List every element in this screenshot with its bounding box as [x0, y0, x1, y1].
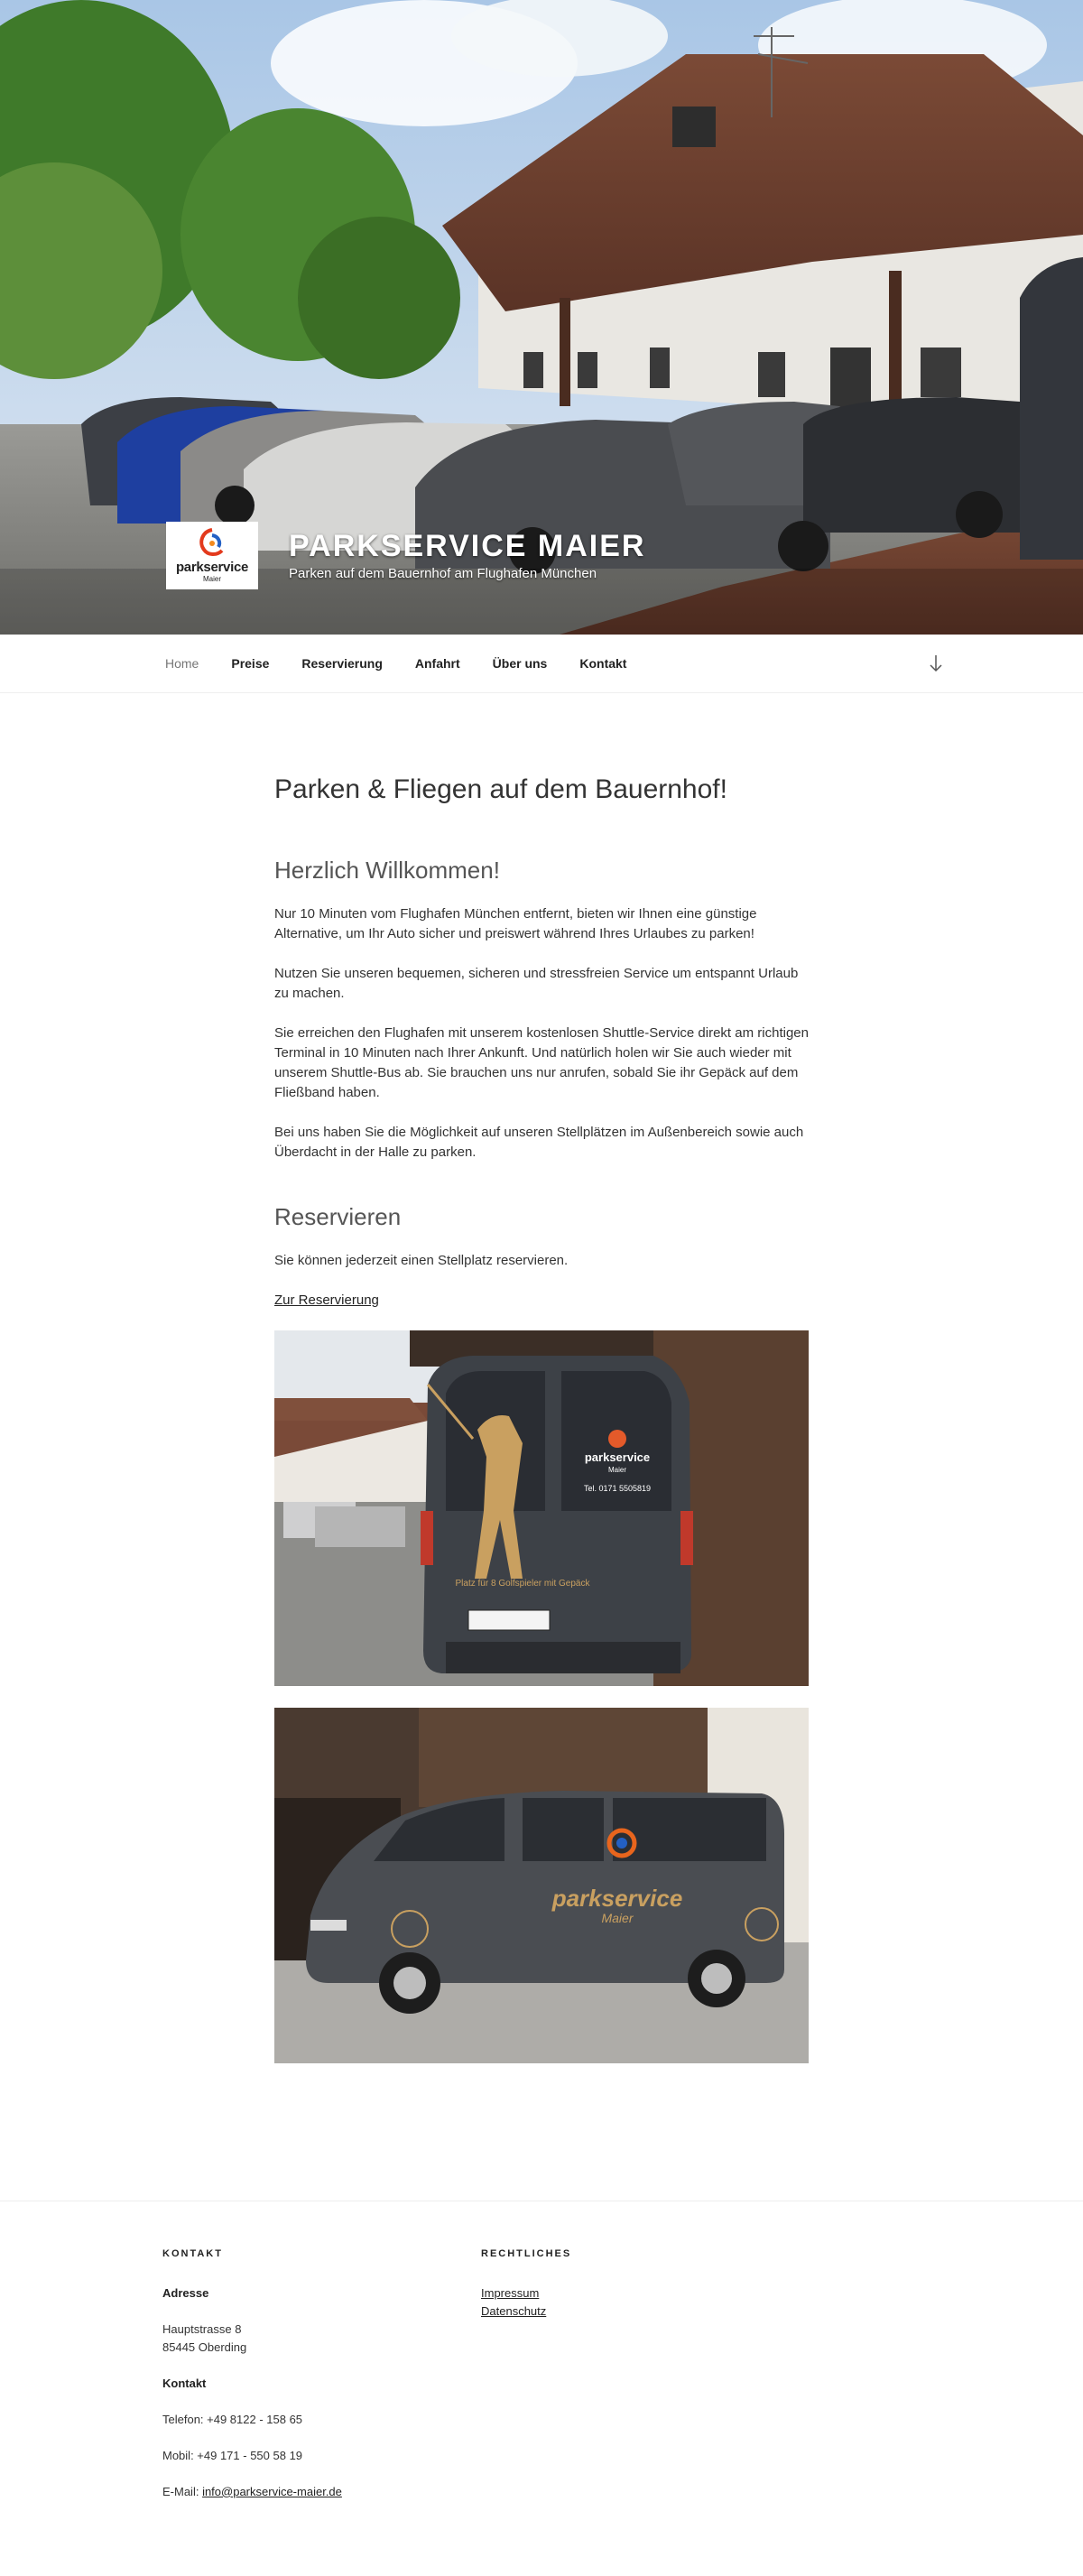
address-city: 85445 Oberding — [162, 2340, 247, 2354]
footer-rechtliches-widget: RECHTLICHES Impressum Datenschutz — [481, 2248, 571, 2321]
van-slogan-text: Platz für 8 Golfspieler mit Gepäck — [456, 1579, 591, 1589]
datenschutz-link[interactable]: Datenschutz — [481, 2304, 546, 2318]
logo-subtext: Maier — [202, 575, 221, 583]
van-logo-sub: Maier — [608, 1466, 626, 1474]
arrow-down-icon[interactable] — [930, 654, 942, 672]
site-footer: KONTAKT Adresse Hauptstrasse 8 85445 Obe… — [0, 2200, 1083, 2553]
nav-item-reservierung[interactable]: Reservierung — [301, 656, 382, 671]
welcome-heading: Herzlich Willkommen! — [274, 857, 500, 884]
email-prefix: E-Mail: — [162, 2484, 203, 2498]
reservation-link[interactable]: Zur Reservierung — [274, 1293, 379, 1308]
reserve-text: Sie können jederzeit einen Stellplatz re… — [274, 1252, 569, 1268]
service-paragraph: Nutzen Sie unseren bequemen, sicheren un… — [274, 965, 799, 1001]
nav-item-ueber-uns[interactable]: Über uns — [493, 656, 548, 671]
logo-text: parkservice — [175, 560, 249, 575]
main-navigation: Home Preise Reservierung Anfahrt Über un… — [0, 635, 1083, 693]
nav-item-preise[interactable]: Preise — [231, 656, 269, 671]
nav-item-kontakt[interactable]: Kontakt — [579, 656, 626, 671]
nav-item-home[interactable]: Home — [165, 656, 199, 671]
impressum-link[interactable]: Impressum — [481, 2286, 539, 2300]
site-title[interactable]: PARKSERVICE MAIER — [289, 529, 645, 563]
van-logo-text: parkservice — [585, 1450, 650, 1464]
nav-item-anfahrt[interactable]: Anfahrt — [415, 656, 460, 671]
page-title: Parken & Fliegen auf dem Bauernhof! — [274, 774, 727, 804]
parking-paragraph: Bei uns haben Sie die Möglichkeit auf un… — [274, 1124, 804, 1160]
van-brand-sub: Maier — [601, 1911, 634, 1925]
site-header: parkservice Maier PARKSERVICE MAIER Park… — [0, 0, 1083, 635]
kontakt-label: Kontakt — [162, 2376, 207, 2390]
main-content: Parken & Fliegen auf dem Bauernhof! Herz… — [274, 693, 809, 2201]
footer-rechtliches-title: RECHTLICHES — [481, 2247, 572, 2259]
footer-kontakt-title: KONTAKT — [162, 2247, 223, 2259]
van-phone-text: Tel. 0171 5505819 — [584, 1484, 651, 1493]
site-logo[interactable]: parkservice Maier — [166, 522, 258, 589]
email-link[interactable]: info@parkservice-maier.de — [202, 2485, 342, 2498]
shuttle-paragraph: Sie erreichen den Flughafen mit unserem … — [274, 1024, 809, 1100]
reserve-heading: Reservieren — [274, 1202, 402, 1230]
intro-paragraph: Nur 10 Minuten vom Flughafen München ent… — [274, 905, 757, 941]
site-branding: parkservice Maier PARKSERVICE MAIER Park… — [166, 522, 645, 589]
site-description: Parken auf dem Bauernhof am Flughafen Mü… — [289, 565, 597, 581]
shuttle-van-rear-photo: parkservice Maier Tel. 0171 5505819 Plat… — [274, 1330, 809, 1686]
shuttle-van-side-photo: parkservice Maier — [274, 1707, 809, 2063]
address-street: Hauptstrasse 8 — [162, 2321, 242, 2336]
adresse-label: Adresse — [162, 2285, 209, 2300]
telefon-text: Telefon: +49 8122 - 158 65 — [162, 2412, 303, 2426]
footer-kontakt-widget: KONTAKT Adresse Hauptstrasse 8 85445 Obe… — [162, 2248, 342, 2501]
logo-swirl-icon — [199, 528, 224, 556]
mobil-text: Mobil: +49 171 - 550 58 19 — [162, 2448, 303, 2462]
van-brand-text: parkservice — [551, 1885, 683, 1912]
